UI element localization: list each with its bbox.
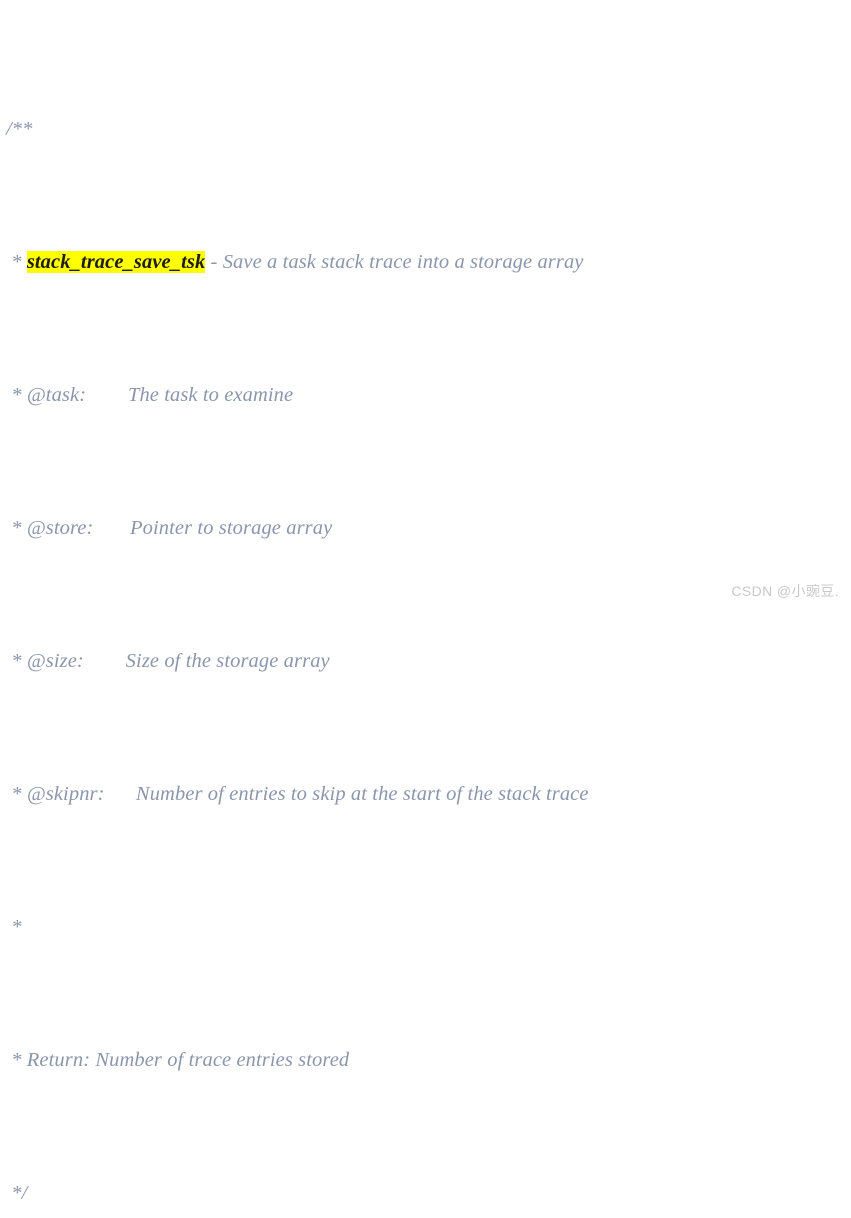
param-pad — [86, 384, 128, 406]
comment-close-token: */ — [6, 1182, 28, 1205]
param-pad — [93, 517, 130, 539]
param-pad — [84, 650, 126, 672]
comment-blank-star: * — [6, 916, 22, 939]
param-desc-task: The task to examine — [127, 384, 294, 407]
code-line-comment-blank: * — [6, 914, 851, 941]
highlighted-function-name-comment: stack_trace_save_tsk — [26, 251, 206, 274]
comment-star: * — [6, 384, 27, 407]
code-line-param-size: * @size: Size of the storage array — [6, 648, 851, 675]
code-line-param-skipnr: * @skipnr: Number of entries to skip at … — [6, 781, 851, 808]
watermark: CSDN @小豌豆. — [731, 583, 839, 599]
param-name-size: @size: — [26, 650, 84, 673]
code-listing: /** * stack_trace_save_tsk - Save a task… — [6, 10, 851, 1218]
comment-star: * — [6, 251, 27, 274]
param-desc-store: Pointer to storage array — [130, 517, 333, 540]
param-name-task: @task: — [26, 384, 87, 407]
param-name-skipnr: @skipnr: — [26, 783, 105, 806]
code-snippet-viewer: /** * stack_trace_save_tsk - Save a task… — [0, 0, 851, 1204]
comment-star: * — [6, 783, 27, 806]
comment-return-text: * Return: Number of trace entries stored — [6, 1049, 350, 1072]
comment-open-token: /** — [6, 118, 33, 141]
code-line-param-task: * @task: The task to examine — [6, 382, 851, 409]
code-line-comment-return: * Return: Number of trace entries stored — [6, 1047, 851, 1074]
code-line-param-store: * @store: Pointer to storage array — [6, 515, 851, 542]
param-desc-skipnr: Number of entries to skip at the start o… — [135, 783, 589, 806]
comment-star: * — [6, 650, 27, 673]
param-name-store: @store: — [26, 517, 94, 540]
comment-star: * — [6, 517, 27, 540]
code-line-comment-title: * stack_trace_save_tsk - Save a task sta… — [6, 249, 851, 276]
code-line-comment-close: */ — [6, 1180, 851, 1207]
param-pad — [105, 783, 136, 805]
comment-title-description: - Save a task stack trace into a storage… — [205, 251, 584, 274]
code-line-comment-open: /** — [6, 116, 851, 143]
param-desc-size: Size of the storage array — [125, 650, 330, 673]
